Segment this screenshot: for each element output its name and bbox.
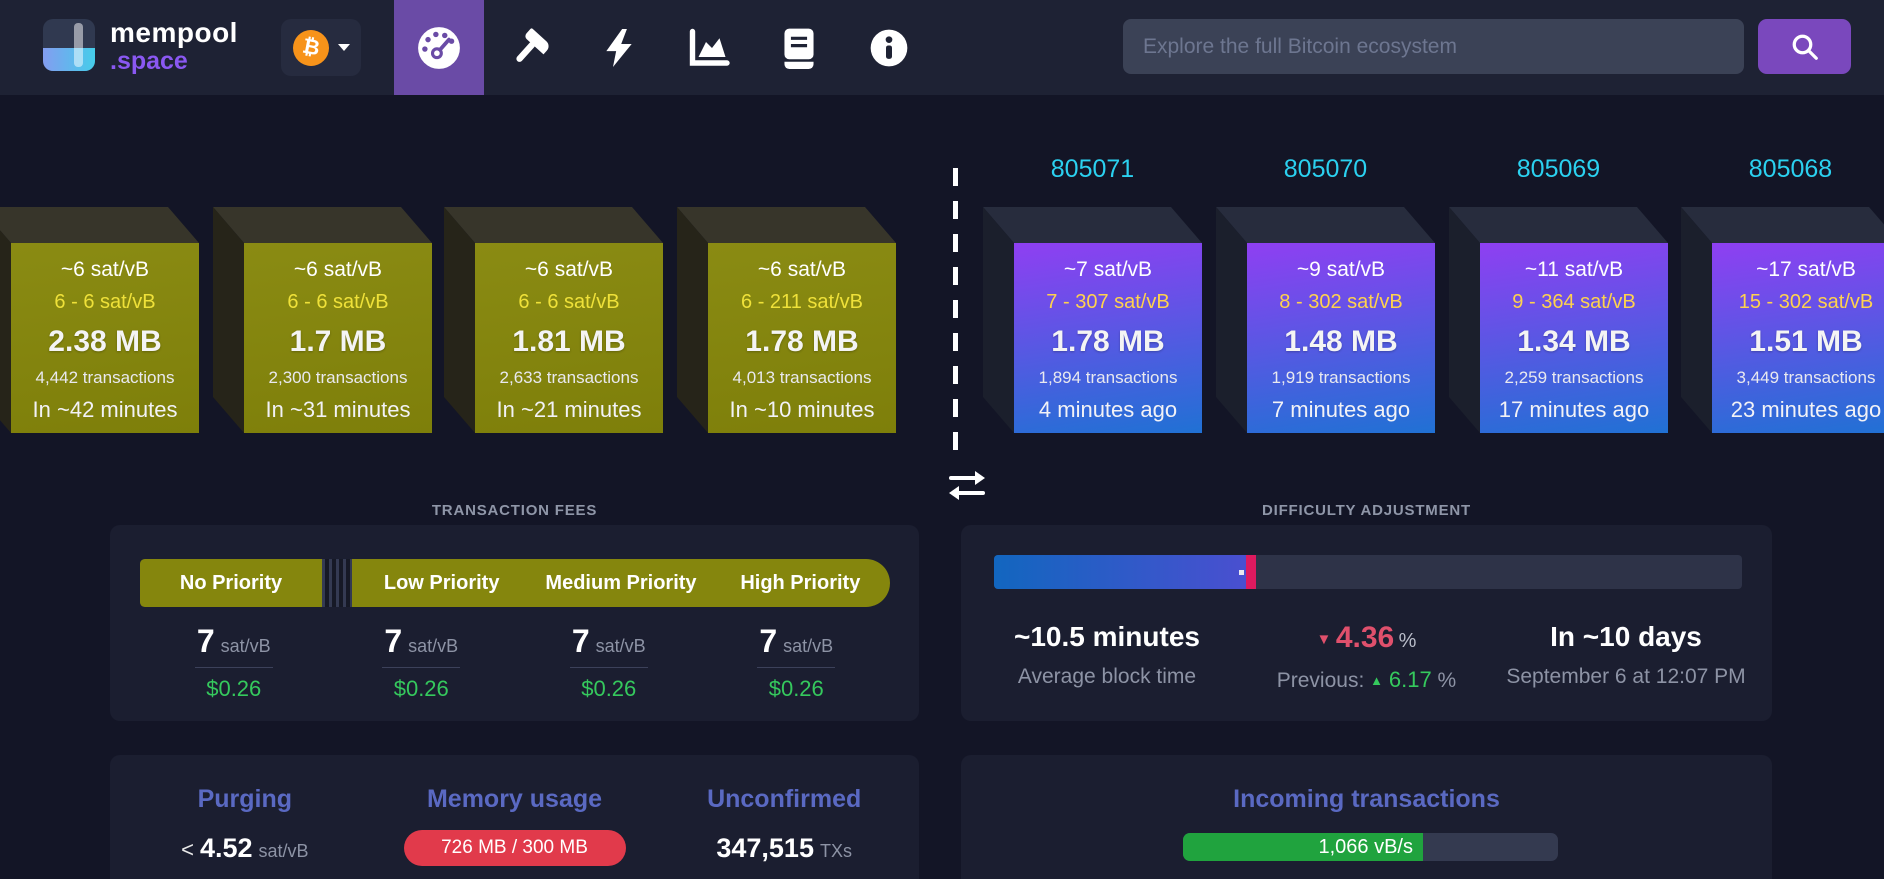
incoming-transactions-card: Incoming transactions 1,066 vB/s xyxy=(961,755,1772,879)
mempool-dashboard: mempool .space ₿ xyxy=(0,0,1884,879)
tab-dashboard[interactable] xyxy=(394,0,484,95)
retarget-estimate: In ~10 days September 6 at 12:07 PM xyxy=(1480,621,1772,693)
search-magnifier-icon xyxy=(1790,32,1820,62)
chain-divider-dashed-line xyxy=(953,168,958,458)
fee-tier-no-priority[interactable]: No Priority xyxy=(140,559,322,607)
incoming-rate-bar: 1,066 vB/s xyxy=(1183,833,1558,861)
triangle-up-icon: ▲ xyxy=(1370,673,1383,688)
fee-stat-low-priority: 7sat/vB $0.26 xyxy=(328,623,516,702)
tab-mining[interactable] xyxy=(484,0,574,95)
incoming-rate-fill: 1,066 vB/s xyxy=(1183,833,1423,861)
difficulty-change: ▼ 4.36 % Previous: ▲ 6.17 % xyxy=(1253,621,1480,693)
navbar: mempool .space ₿ xyxy=(0,0,1884,95)
fee-stat-high-priority: 7sat/vB $0.26 xyxy=(703,623,891,702)
info-circle-icon xyxy=(869,28,909,68)
brand-logo[interactable]: mempool .space xyxy=(43,19,238,74)
memory-usage-badge: 726 MB / 300 MB xyxy=(404,830,626,866)
mempool-block-1[interactable]: ~6 sat/vB 6 - 6 sat/vB 1.7 MB 2,300 tran… xyxy=(213,207,432,433)
tab-charts[interactable] xyxy=(664,0,754,95)
chain-block-805070[interactable]: ~9 sat/vB 8 - 302 sat/vB 1.48 MB 1,919 t… xyxy=(1216,207,1435,433)
block-height-805071[interactable]: 805071 xyxy=(983,155,1202,184)
mempool-block-3[interactable]: ~6 sat/vB 6 - 211 sat/vB 1.78 MB 4,013 t… xyxy=(677,207,896,433)
incoming-transactions-label: Incoming transactions xyxy=(961,785,1772,814)
chain-block-805071[interactable]: ~7 sat/vB 7 - 307 sat/vB 1.78 MB 1,894 t… xyxy=(983,207,1202,433)
chain-block-805068[interactable]: ~17 sat/vB 15 - 302 sat/vB 1.51 MB 3,449… xyxy=(1681,207,1884,433)
fee-bar-stripes xyxy=(322,559,352,607)
mining-hammer-icon xyxy=(509,28,549,68)
difficulty-marker xyxy=(1246,555,1256,589)
fee-stat-no-priority: 7sat/vB $0.26 xyxy=(140,623,328,702)
transaction-fees-title: TRANSACTION FEES xyxy=(110,502,919,522)
tab-lightning[interactable] xyxy=(574,0,664,95)
brand-tld: .space xyxy=(110,49,238,74)
search-input[interactable] xyxy=(1123,19,1744,74)
memory-usage-label: Memory usage xyxy=(380,785,650,814)
difficulty-adjustment-title: DIFFICULTY ADJUSTMENT xyxy=(961,502,1772,522)
difficulty-progress-bar xyxy=(994,555,1742,589)
transaction-fees-card: No Priority Low Priority Medium Priority… xyxy=(110,525,919,721)
brand-name: mempool xyxy=(110,19,238,47)
average-block-time: ~10.5 minutes Average block time xyxy=(961,621,1253,693)
mempool-block-0[interactable]: ~6 sat/vB 6 - 6 sat/vB 2.38 MB 4,442 tra… xyxy=(0,207,199,433)
triangle-down-icon: ▼ xyxy=(1317,631,1332,648)
bitcoin-icon: ₿ xyxy=(289,26,331,68)
difficulty-tick-dot xyxy=(1239,570,1244,575)
unconfirmed-label: Unconfirmed xyxy=(649,785,919,814)
fee-priority-bar: No Priority Low Priority Medium Priority… xyxy=(140,559,890,607)
docs-book-icon xyxy=(781,27,817,69)
fee-tier-low-priority[interactable]: Low Priority xyxy=(352,559,531,607)
block-height-805069[interactable]: 805069 xyxy=(1449,155,1668,184)
fee-tier-high-priority[interactable]: High Priority xyxy=(711,559,890,607)
chain-block-805069[interactable]: ~11 sat/vB 9 - 364 sat/vB 1.34 MB 2,259 … xyxy=(1449,207,1668,433)
area-chart-icon xyxy=(688,28,730,68)
dashboard-gauge-icon xyxy=(416,25,462,71)
network-selector-dropdown[interactable]: ₿ xyxy=(281,19,361,76)
block-height-805070[interactable]: 805070 xyxy=(1216,155,1435,184)
block-height-805068[interactable]: 805068 xyxy=(1681,155,1884,184)
caret-down-icon xyxy=(338,44,350,51)
difficulty-adjustment-card: ~10.5 minutes Average block time ▼ 4.36 … xyxy=(961,525,1772,721)
purging-label: Purging xyxy=(110,785,380,814)
fee-tier-medium-priority[interactable]: Medium Priority xyxy=(531,559,710,607)
mempool-block-2[interactable]: ~6 sat/vB 6 - 6 sat/vB 1.81 MB 2,633 tra… xyxy=(444,207,663,433)
mempool-logo-icon xyxy=(43,19,95,71)
tab-docs[interactable] xyxy=(754,0,844,95)
search-button[interactable] xyxy=(1758,19,1851,74)
tab-about[interactable] xyxy=(844,0,934,95)
nav-tabs xyxy=(394,0,934,95)
mempool-stats-card: Purging Memory usage Unconfirmed <4.52sa… xyxy=(110,755,919,879)
lightning-bolt-icon xyxy=(600,27,638,69)
purging-value: <4.52sat/vB xyxy=(110,833,380,864)
unconfirmed-value: 347,515TXs xyxy=(649,833,919,864)
difficulty-progress-fill xyxy=(994,555,1248,589)
fee-stat-medium-priority: 7sat/vB $0.26 xyxy=(515,623,703,702)
